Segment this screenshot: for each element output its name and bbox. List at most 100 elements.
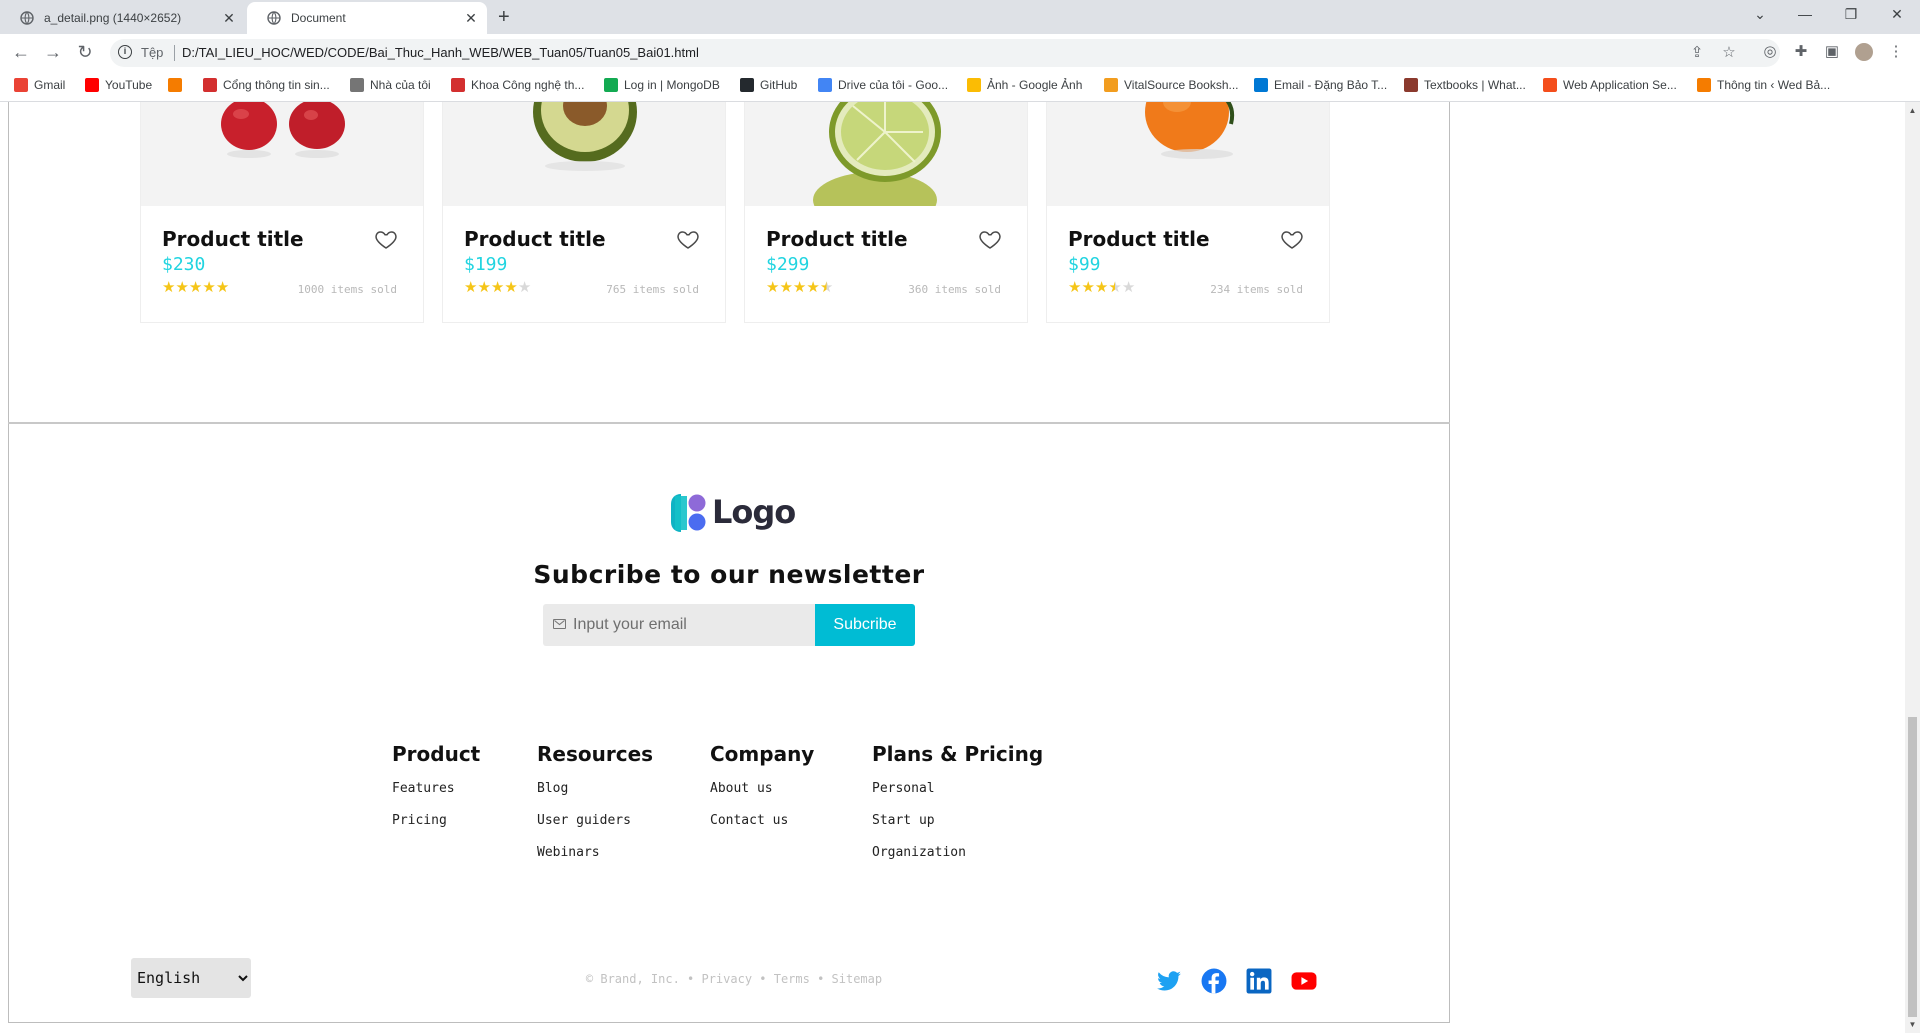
footer-link[interactable]: Pricing: [392, 812, 480, 830]
tab-document[interactable]: Document ✕: [247, 2, 487, 34]
email-field[interactable]: [543, 604, 815, 646]
side-panel-icon[interactable]: ▣: [1823, 43, 1841, 61]
tab-title: Document: [291, 11, 346, 25]
back-icon[interactable]: ←: [10, 41, 32, 63]
items-sold: 360 items sold: [908, 283, 1001, 296]
star-full-icon: ★: [504, 279, 518, 296]
new-tab-button[interactable]: +: [498, 7, 510, 27]
tab-search-icon[interactable]: ⌄: [1737, 0, 1783, 30]
heart-icon[interactable]: [676, 227, 700, 251]
bookmark-item[interactable]: Thông tin ‹ Wed Bả...: [1697, 78, 1830, 92]
facebook-icon[interactable]: [1201, 968, 1227, 994]
product-title[interactable]: Product title: [464, 227, 606, 251]
logo-mark-icon: [671, 494, 706, 532]
bookmark-item[interactable]: Khoa Công nghệ th...: [451, 78, 584, 92]
bookmark-item[interactable]: GitHub: [740, 78, 797, 92]
product-title[interactable]: Product title: [1068, 227, 1210, 251]
bookmark-item[interactable]: Cổng thông tin sin...: [203, 78, 330, 92]
vitalsource-icon: [1104, 78, 1118, 92]
footer-link[interactable]: Personal: [872, 780, 1043, 798]
star-full-icon: ★: [792, 279, 807, 296]
scroll-down-icon[interactable]: ▼: [1908, 1020, 1917, 1029]
share-icon[interactable]: ⇪: [1688, 44, 1706, 62]
product-title[interactable]: Product title: [162, 227, 304, 251]
scroll-up-icon[interactable]: ▲: [1908, 106, 1917, 115]
bookmark-item[interactable]: Ảnh - Google Ảnh: [967, 78, 1082, 92]
footer-link[interactable]: About us: [710, 780, 814, 798]
twitter-icon[interactable]: [1156, 968, 1182, 994]
school-icon: [451, 78, 465, 92]
minimize-button[interactable]: —: [1782, 0, 1828, 30]
product-card[interactable]: Product title $199 ★★★★★ 765 items sold: [443, 102, 725, 322]
footer-link[interactable]: Organization: [872, 844, 1043, 862]
extensions-puzzle-icon[interactable]: ✚: [1792, 43, 1810, 61]
restore-button[interactable]: ❐: [1828, 0, 1874, 30]
product-card[interactable]: Product title $299 ★★★★★ 360 items sold: [745, 102, 1027, 322]
tab-image[interactable]: a_detail.png (1440×2652) ✕: [0, 2, 245, 34]
bookmark-item[interactable]: Textbooks | What...: [1404, 78, 1526, 92]
bookmark-item[interactable]: [168, 78, 188, 92]
product-price: $230: [162, 254, 206, 275]
star-empty-icon: ★: [1121, 279, 1136, 296]
footer-link[interactable]: Contact us: [710, 812, 814, 830]
heart-icon[interactable]: [1280, 227, 1304, 251]
youtube-icon[interactable]: [1291, 968, 1317, 994]
profile-avatar[interactable]: [1855, 43, 1873, 61]
star-half-icon: ★: [1108, 279, 1122, 296]
info-icon[interactable]: i: [118, 45, 132, 59]
address-bar[interactable]: i Tệp D:/TAI_LIEU_HOC/WED/CODE/Bai_Thuc_…: [110, 39, 1780, 67]
reload-icon[interactable]: ↻: [74, 41, 96, 63]
forward-icon[interactable]: →: [42, 41, 64, 63]
menu-kebab-icon[interactable]: ⋮: [1887, 43, 1905, 61]
photos-icon: [967, 78, 981, 92]
bookmark-item[interactable]: Email - Đặng Bảo T...: [1254, 78, 1387, 92]
bookmark-item[interactable]: Log in | MongoDB: [604, 78, 720, 92]
items-sold: 765 items sold: [606, 283, 699, 296]
footer-logo[interactable]: Logo: [667, 492, 797, 536]
star-empty-icon: ★: [517, 279, 532, 296]
star-full-icon: ★: [464, 279, 478, 296]
linkedin-icon[interactable]: [1246, 968, 1272, 994]
product-price: $299: [766, 254, 810, 275]
product-card[interactable]: Product title $230 ★★★★★ 1000 items sold: [141, 102, 423, 322]
bookmark-item[interactable]: YouTube: [85, 78, 152, 92]
address-url[interactable]: D:/TAI_LIEU_HOC/WED/CODE/Bai_Thuc_Hanh_W…: [182, 45, 699, 60]
rating-stars: ★★★★★: [766, 280, 833, 296]
page-scrollbar[interactable]: ▲ ▼: [1905, 102, 1920, 1033]
footer-link[interactable]: Start up: [872, 812, 1043, 830]
bookmark-item[interactable]: Web Application Se...: [1543, 78, 1677, 92]
product-title[interactable]: Product title: [766, 227, 908, 251]
close-tab-icon[interactable]: ✕: [463, 10, 479, 27]
items-sold: 1000 items sold: [297, 283, 397, 296]
extension-compass-icon[interactable]: ◎: [1761, 43, 1779, 61]
scrollbar-thumb[interactable]: [1908, 717, 1917, 1017]
star-full-icon: ★: [215, 279, 230, 296]
product-card[interactable]: Product title $99 ★★★★★ 234 items sold: [1047, 102, 1329, 322]
close-tab-icon[interactable]: ✕: [221, 10, 237, 27]
gmail-icon: [14, 78, 28, 92]
bookmark-item[interactable]: Gmail: [14, 78, 65, 92]
bookmark-star-icon[interactable]: ☆: [1720, 44, 1738, 62]
docs-icon: [818, 78, 832, 92]
bookmark-item[interactable]: Drive của tôi - Goo...: [818, 78, 948, 92]
footer-link[interactable]: Features: [392, 780, 480, 798]
globe-icon: [20, 11, 34, 25]
footer-column-company: Company About us Contact us: [710, 742, 814, 830]
footer-link[interactable]: User guiders: [537, 812, 653, 830]
heart-icon[interactable]: [374, 227, 398, 251]
bookmark-item[interactable]: Nhà của tôi: [350, 78, 431, 92]
footer-link[interactable]: Webinars: [537, 844, 653, 862]
rating-stars: ★★★★★: [464, 280, 531, 296]
star-full-icon: ★: [779, 279, 793, 296]
heart-icon[interactable]: [978, 227, 1002, 251]
footer-link[interactable]: Blog: [537, 780, 653, 798]
close-window-button[interactable]: ✕: [1874, 0, 1920, 30]
rating-stars: ★★★★★: [1068, 280, 1135, 296]
bookmark-item[interactable]: VitalSource Booksh...: [1104, 78, 1239, 92]
email-input[interactable]: [573, 604, 803, 646]
subscribe-button[interactable]: Subcribe: [815, 604, 915, 646]
mongodb-icon: [604, 78, 618, 92]
outlook-icon: [1254, 78, 1268, 92]
bookmark-label: VitalSource Booksh...: [1124, 78, 1239, 92]
bookmark-label: Thông tin ‹ Wed Bả...: [1717, 78, 1831, 92]
